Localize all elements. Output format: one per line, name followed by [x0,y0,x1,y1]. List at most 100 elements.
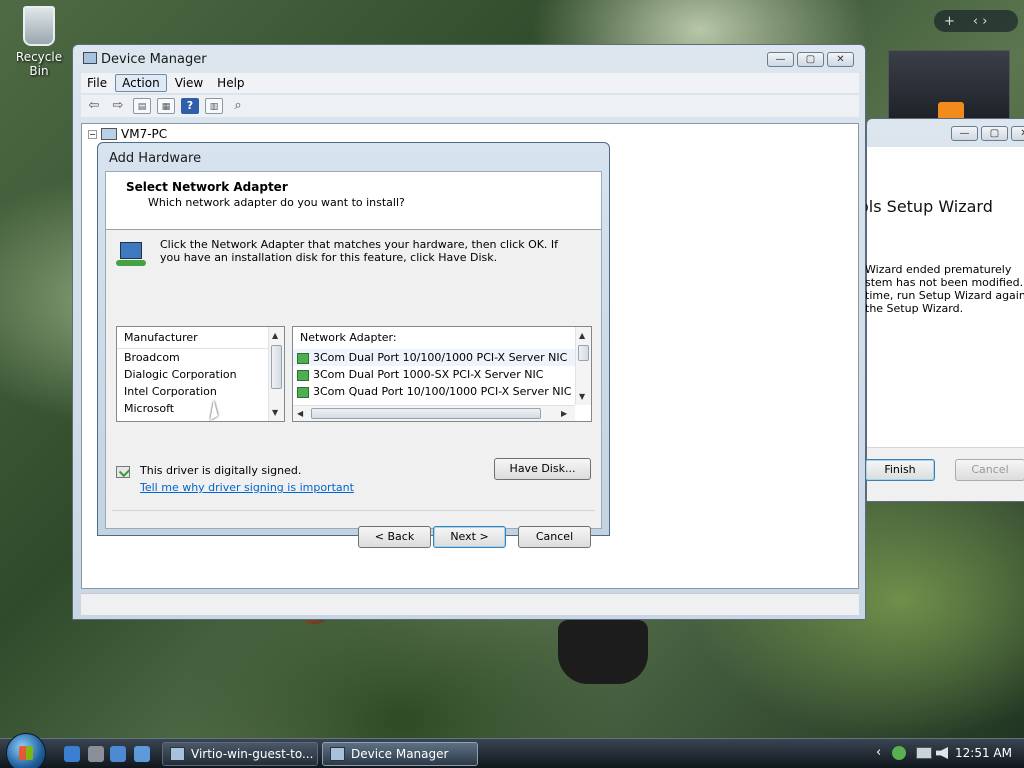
media-player-icon[interactable] [88,746,104,762]
clock[interactable]: 12:51 AM [955,746,1012,760]
recycle-bin-icon [23,6,55,46]
show-desktop-icon[interactable] [110,746,126,762]
add-hardware-title: Add Hardware [109,150,202,166]
system-tray: ‹ 12:51 AM [872,739,1024,768]
signed-status-text: This driver is digitally signed. [140,464,302,477]
adapter-hscrollbar[interactable]: ◀ ▶ [293,405,575,421]
recycle-bin[interactable]: Recycle Bin [6,2,72,78]
wizard-content: ols Setup Wizard Wizard ended prematurel… [859,147,1024,501]
maximize-icon[interactable]: ▢ [981,126,1008,141]
page-title: Select Network Adapter [126,180,288,194]
scroll-thumb[interactable] [578,345,589,361]
tray-expand-icon[interactable]: ‹ [876,745,881,760]
start-button[interactable] [6,733,46,768]
signed-driver-icon [297,369,309,381]
scroll-down-icon[interactable]: ▼ [272,408,278,417]
recycle-bin-label: Recycle Bin [15,50,63,78]
switch-windows-icon[interactable] [134,746,150,762]
show-hide-tree-icon[interactable]: ▤ [133,98,151,114]
wizard-cancel-button[interactable]: Cancel [955,459,1024,481]
manufacturer-header: Manufacturer [117,327,284,349]
volume-icon[interactable] [936,747,948,759]
view-icon[interactable]: ▥ [205,98,223,114]
horizontal-scroll-thumb[interactable] [311,408,541,419]
scroll-thumb[interactable] [271,345,282,389]
footer-divider [112,510,595,511]
setup-wizard-window[interactable]: — ▢ ✕ ols Setup Wizard Wizard ended prem… [859,118,1024,502]
manufacturer-list[interactable]: Manufacturer Broadcom Dialogic Corporati… [116,326,285,422]
device-manager-icon [330,747,345,761]
scroll-right-icon[interactable]: ▶ [561,409,567,418]
status-bar [81,593,859,615]
cancel-button[interactable]: Cancel [518,526,591,548]
menu-help[interactable]: Help [211,75,250,91]
network-adapter-icon [116,242,148,270]
minimize-icon[interactable]: — [951,126,978,141]
have-disk-button[interactable]: Have Disk... [494,458,591,480]
list-item[interactable]: 3Com Dual Port 10/100/1000 PCI-X Server … [293,349,591,366]
wizard-header: Select Network Adapter Which network ada… [106,172,601,230]
internet-explorer-icon[interactable] [64,746,80,762]
instructions-text: Click the Network Adapter that matches y… [160,238,559,264]
minimize-icon[interactable]: — [767,52,794,67]
collapse-icon[interactable]: − [88,129,97,139]
help-icon[interactable]: ? [181,98,199,114]
device-manager-titlebar[interactable]: Device Manager [73,45,865,73]
list-item[interactable]: 3Com Quad Port 10/100/1000 PCI-X Server … [293,383,591,400]
menu-file[interactable]: File [81,75,113,91]
signed-driver-icon [297,352,309,364]
signed-certificate-icon [116,466,130,478]
forward-arrow-icon[interactable]: ⇨ [109,98,127,114]
finish-button[interactable]: Finish [865,459,935,481]
list-item[interactable]: 3Com Dual Port 1000-SX PCI-X Server NIC [293,366,591,383]
maximize-icon[interactable]: ▢ [797,52,824,67]
adapter-header: Network Adapter: [300,331,397,344]
menu-bar: File Action View Help [81,73,859,93]
gadget-nav-icon[interactable]: ‹ › [973,14,988,29]
manufacturer-scrollbar[interactable]: ▲ ▼ [268,327,284,421]
network-adapter-list[interactable]: Network Adapter: 3Com Dual Port 10/100/1… [292,326,592,422]
wizard-message: Wizard ended prematurely stem has not be… [865,263,1024,315]
close-icon[interactable]: ✕ [827,52,854,67]
list-item[interactable]: Dialogic Corporation [117,366,284,383]
installer-icon [170,747,185,761]
back-arrow-icon[interactable]: ⇦ [85,98,103,114]
scroll-down-icon[interactable]: ▼ [579,392,585,401]
wizard-window-controls: — ▢ ✕ [951,126,1024,142]
properties-icon[interactable]: ▦ [157,98,175,114]
close-icon[interactable]: ✕ [1011,126,1024,141]
toolbar: ⇦ ⇨ ▤ ▦ ? ▥ ⌕ [81,95,859,117]
menu-view[interactable]: View [169,75,209,91]
add-hardware-body: Select Network Adapter Which network ada… [105,171,602,548]
driver-signing-link[interactable]: Tell me why driver signing is important [140,481,354,494]
computer-name: VM7-PC [121,127,168,141]
scroll-left-icon[interactable]: ◀ [297,409,303,418]
wizard-title: ols Setup Wizard [859,197,993,216]
adapter-vscrollbar[interactable]: ▲ ▼ [575,327,591,405]
device-manager-icon [83,52,97,64]
scan-hardware-icon[interactable]: ⌕ [229,98,247,114]
list-item[interactable]: Intel Corporation [117,383,284,400]
list-item[interactable]: Microsoft [117,400,284,417]
add-hardware-dialog[interactable]: Add Hardware Select Network Adapter Whic… [97,142,610,548]
menu-action[interactable]: Action [115,74,167,92]
device-manager-title: Device Manager [101,51,207,67]
sidebar-controls[interactable]: + ‹ › [934,10,1018,32]
add-hardware-titlebar[interactable]: Add Hardware [98,143,609,173]
tree-root-item[interactable]: − VM7-PC [88,127,167,141]
next-button[interactable]: Next > [433,526,506,548]
task-virtio-installer[interactable]: Virtio-win-guest-to... [162,742,318,766]
list-item[interactable]: Broadcom [117,349,284,366]
scroll-up-icon[interactable]: ▲ [272,331,278,340]
wizard-footer: Finish Cancel [865,447,1024,501]
signed-driver-icon [297,386,309,398]
window-controls: — ▢ ✕ [767,52,854,68]
task-device-manager[interactable]: Device Manager [322,742,478,766]
bird-silhouette [558,620,648,684]
scroll-up-icon[interactable]: ▲ [579,331,585,340]
network-warning-icon[interactable] [916,747,932,759]
add-gadget-icon[interactable]: + [944,14,955,29]
back-button[interactable]: < Back [358,526,431,548]
page-subtitle: Which network adapter do you want to ins… [148,196,405,209]
user-status-icon[interactable] [892,746,906,760]
